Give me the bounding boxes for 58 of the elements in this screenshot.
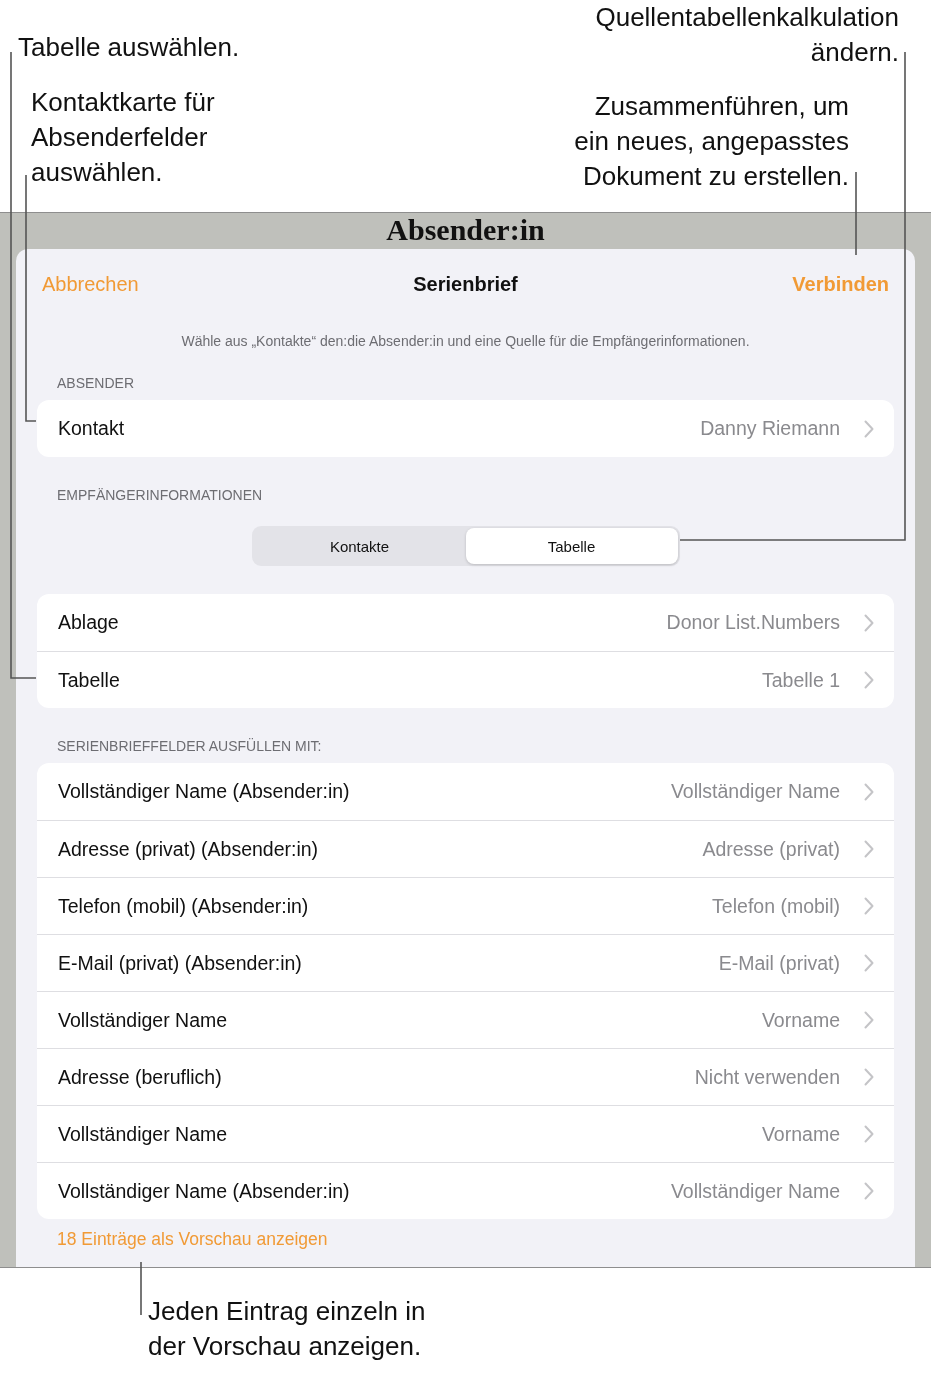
row-label: Telefon (mobil) (Absender:in) [58,894,310,918]
list-row[interactable]: Vollständiger Name (Absender:in) Vollständiger Name [37,1162,894,1219]
row-label: Tabelle [58,668,121,692]
leader-line [140,1261,142,1316]
row-value: Vorname [761,1008,840,1032]
chevron-icon [864,613,874,632]
segment-tab[interactable]: Kontakte [253,528,466,564]
callout-text: Tabelle auswählen. [18,31,240,64]
chevron-icon [864,1182,874,1200]
section-header: EMPFÄNGERINFORMATIONEN [56,487,264,505]
description-text: Wähle aus „Kontakte“ den:die Absender:in und eine Quelle für die Empfängerinformationen. [180,333,751,349]
row-label: Vollständiger Name (Absender:in) [58,1179,351,1203]
list-row[interactable]: Telefon (mobil) (Absender:in) Telefon (mobil) [37,877,894,934]
chevron-icon [864,419,874,438]
section-header: ABSENDER [56,375,136,393]
row-label: Vollständiger Name [58,1008,229,1032]
row-value: Vollständiger Name [670,1179,840,1203]
row-label: Vollständiger Name (Absender:in) [58,780,351,803]
chevron-icon [864,840,874,858]
section-header: SERIENBRIEFFELDER AUSFÜLLEN MIT: [56,738,323,756]
chevron-icon [864,671,874,689]
chevron-icon [864,1011,874,1029]
row-label: Ablage [58,611,120,634]
chevron-icon [864,954,874,972]
list-row[interactable]: Adresse (beruflich) Nicht verwenden [37,1048,894,1105]
document-title: Absender:in [386,215,545,245]
list-row[interactable]: Kontakt Danny Riemann [37,400,894,457]
row-value: Vorname [761,1122,840,1146]
row-value: Telefon (mobil) [712,894,840,918]
list-row[interactable]: Tabelle Tabelle 1 [37,651,894,708]
row-value: Donor List.Numbers [666,611,840,634]
list-row[interactable]: Ablage Donor List.Numbers [37,594,894,651]
row-value: Adresse (privat) [702,837,840,861]
list-row[interactable]: Vollständiger Name (Absender:in) Vollständiger Name [37,763,894,820]
row-value: E-Mail (privat) [718,951,840,975]
row-label: Adresse (privat) (Absender:in) [58,837,320,861]
list-row[interactable]: Vollständiger Name Vorname [37,991,894,1048]
callout-text: Jeden Eintrag einzeln in der Vorschau anzeigen. [148,1296,426,1361]
row-label: Vollständiger Name [58,1122,229,1146]
row-value: Vollständiger Name [670,780,840,803]
callout-text: Kontaktkarte für Absenderfelder auswählen. [31,86,216,189]
segment-tab[interactable]: Tabelle [465,528,678,564]
row-label: Adresse (beruflich) [58,1065,223,1089]
list-row[interactable]: Vollständiger Name Vorname [37,1105,894,1162]
sheet-title: Serienbrief [413,272,518,296]
list-row[interactable]: E-Mail (privat) (Absender:in) E-Mail (privat) [37,934,894,991]
row-value: Nicht verwenden [694,1065,840,1089]
chevron-icon [864,1068,874,1086]
chevron-icon [864,897,874,915]
chevron-icon [864,1125,874,1143]
list-row[interactable]: Adresse (privat) (Absender:in) Adresse (privat) [37,820,894,877]
callout-text: Quellentabellenkalkulation ändern. [595,1,899,69]
callout-text: Zusammenführen, um ein neues, angepasstes Dokument zu erstellen. [574,90,849,193]
row-value: Tabelle 1 [761,668,840,692]
row-label: Kontakt [58,417,126,440]
chevron-icon [864,782,874,801]
row-value: Danny Riemann [700,417,840,440]
row-label: E-Mail (privat) (Absender:in) [58,951,303,975]
